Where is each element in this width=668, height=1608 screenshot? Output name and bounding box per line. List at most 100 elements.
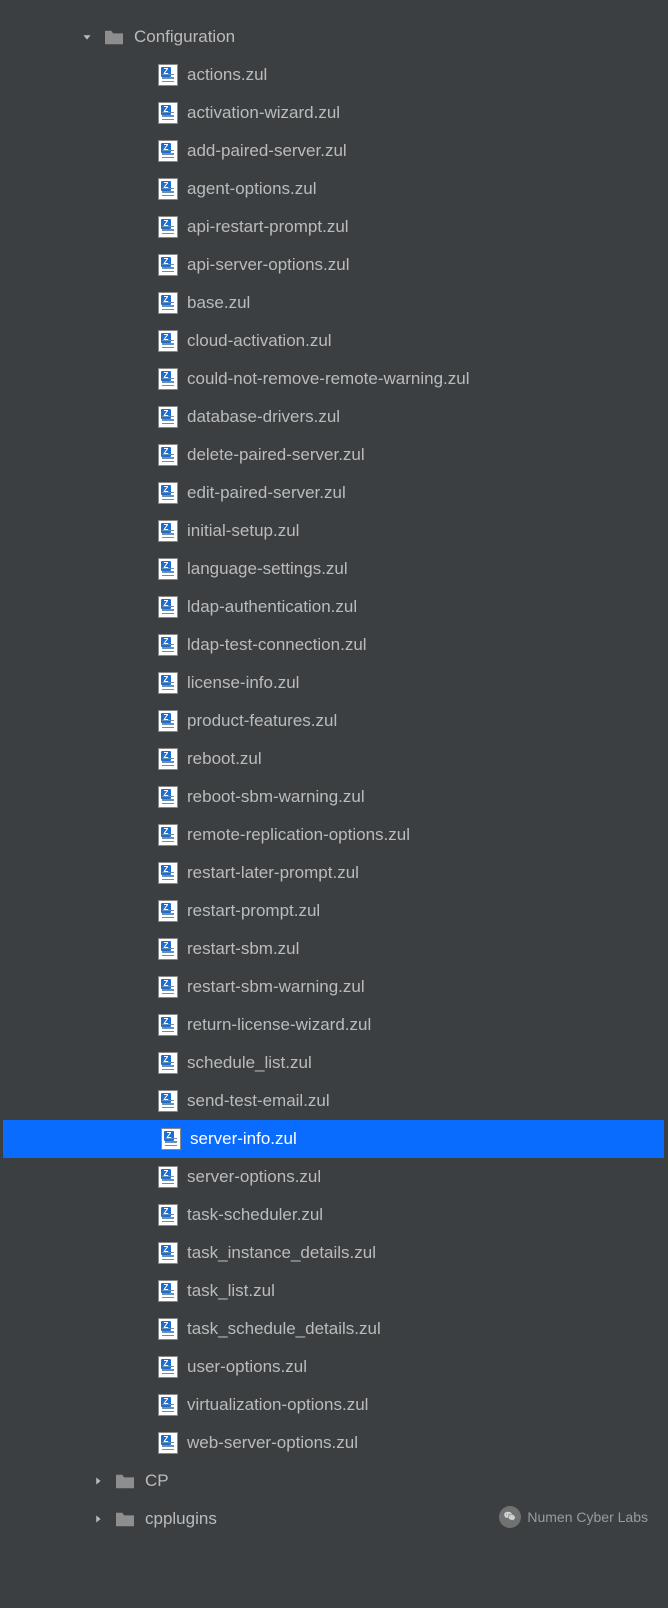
zul-file-icon: Z <box>157 215 179 239</box>
file-item[interactable]: Zadd-paired-server.zul <box>0 132 668 170</box>
zul-file-icon: Z <box>157 633 179 657</box>
zul-file-icon: Z <box>157 1203 179 1227</box>
file-item[interactable]: Zapi-server-options.zul <box>0 246 668 284</box>
chevron-right-icon <box>89 1472 107 1490</box>
zul-file-icon: Z <box>157 1165 179 1189</box>
file-item[interactable]: Zvirtualization-options.zul <box>0 1386 668 1424</box>
zul-file-icon: Z <box>157 1279 179 1303</box>
file-item[interactable]: Zsend-test-email.zul <box>0 1082 668 1120</box>
zul-file-icon: Z <box>157 63 179 87</box>
file-item[interactable]: Zactivation-wizard.zul <box>0 94 668 132</box>
file-item[interactable]: Zcould-not-remove-remote-warning.zul <box>0 360 668 398</box>
zul-file-icon: Z <box>157 557 179 581</box>
file-label: restart-sbm.zul <box>187 939 299 959</box>
file-label: task-scheduler.zul <box>187 1205 323 1225</box>
zul-file-icon: Z <box>157 177 179 201</box>
file-item[interactable]: Zdatabase-drivers.zul <box>0 398 668 436</box>
file-item[interactable]: Ztask_instance_details.zul <box>0 1234 668 1272</box>
file-label: product-features.zul <box>187 711 337 731</box>
file-label: server-info.zul <box>190 1129 297 1149</box>
file-item[interactable]: Zreboot.zul <box>0 740 668 778</box>
chevron-down-icon <box>78 28 96 46</box>
file-label: could-not-remove-remote-warning.zul <box>187 369 470 389</box>
file-item[interactable]: Zweb-server-options.zul <box>0 1424 668 1462</box>
zul-file-icon: Z <box>157 785 179 809</box>
zul-file-icon: Z <box>157 861 179 885</box>
zul-file-icon: Z <box>157 1241 179 1265</box>
file-label: activation-wizard.zul <box>187 103 340 123</box>
file-label: remote-replication-options.zul <box>187 825 410 845</box>
file-item[interactable]: Zldap-authentication.zul <box>0 588 668 626</box>
file-item[interactable]: Zserver-options.zul <box>0 1158 668 1196</box>
file-item[interactable]: Zschedule_list.zul <box>0 1044 668 1082</box>
zul-file-icon: Z <box>157 1355 179 1379</box>
file-item[interactable]: Zbase.zul <box>0 284 668 322</box>
file-label: send-test-email.zul <box>187 1091 330 1111</box>
folder-icon <box>102 27 126 47</box>
file-label: ldap-test-connection.zul <box>187 635 367 655</box>
file-item[interactable]: Zrestart-sbm.zul <box>0 930 668 968</box>
file-item[interactable]: Zdelete-paired-server.zul <box>0 436 668 474</box>
file-item[interactable]: Zinitial-setup.zul <box>0 512 668 550</box>
zul-file-icon: Z <box>157 101 179 125</box>
file-item[interactable]: Ztask_list.zul <box>0 1272 668 1310</box>
file-label: virtualization-options.zul <box>187 1395 368 1415</box>
file-item[interactable]: Zserver-info.zul <box>3 1120 664 1158</box>
zul-file-icon: Z <box>157 443 179 467</box>
file-label: task_instance_details.zul <box>187 1243 376 1263</box>
zul-file-icon: Z <box>157 1051 179 1075</box>
watermark-label: Numen Cyber Labs <box>527 1509 648 1525</box>
file-label: restart-later-prompt.zul <box>187 863 359 883</box>
file-label: reboot.zul <box>187 749 262 769</box>
zul-file-icon: Z <box>157 937 179 961</box>
zul-file-icon: Z <box>157 253 179 277</box>
file-label: task_list.zul <box>187 1281 275 1301</box>
zul-file-icon: Z <box>157 1431 179 1455</box>
file-item[interactable]: Zproduct-features.zul <box>0 702 668 740</box>
file-label: delete-paired-server.zul <box>187 445 365 465</box>
folder-item[interactable]: CP <box>0 1462 668 1500</box>
file-label: ldap-authentication.zul <box>187 597 357 617</box>
file-item[interactable]: Ztask_schedule_details.zul <box>0 1310 668 1348</box>
file-label: user-options.zul <box>187 1357 307 1377</box>
file-label: base.zul <box>187 293 250 313</box>
file-label: cloud-activation.zul <box>187 331 332 351</box>
file-label: web-server-options.zul <box>187 1433 358 1453</box>
file-item[interactable]: Zreturn-license-wizard.zul <box>0 1006 668 1044</box>
zul-file-icon: Z <box>157 595 179 619</box>
zul-file-icon: Z <box>157 899 179 923</box>
file-label: api-restart-prompt.zul <box>187 217 349 237</box>
zul-file-icon: Z <box>157 291 179 315</box>
file-item[interactable]: Zcloud-activation.zul <box>0 322 668 360</box>
file-label: reboot-sbm-warning.zul <box>187 787 365 807</box>
file-item[interactable]: Zrestart-prompt.zul <box>0 892 668 930</box>
file-item[interactable]: Zagent-options.zul <box>0 170 668 208</box>
folder-configuration[interactable]: Configuration <box>0 18 668 56</box>
zul-file-icon: Z <box>157 1013 179 1037</box>
file-item[interactable]: Zremote-replication-options.zul <box>0 816 668 854</box>
zul-file-icon: Z <box>157 975 179 999</box>
file-label: add-paired-server.zul <box>187 141 347 161</box>
file-label: return-license-wizard.zul <box>187 1015 371 1035</box>
file-item[interactable]: Zactions.zul <box>0 56 668 94</box>
file-item[interactable]: Zedit-paired-server.zul <box>0 474 668 512</box>
zul-file-icon: Z <box>157 747 179 771</box>
file-item[interactable]: Zlicense-info.zul <box>0 664 668 702</box>
zul-file-icon: Z <box>157 139 179 163</box>
chevron-right-icon <box>89 1510 107 1528</box>
file-item[interactable]: Ztask-scheduler.zul <box>0 1196 668 1234</box>
watermark: Numen Cyber Labs <box>499 1506 648 1528</box>
file-item[interactable]: Zuser-options.zul <box>0 1348 668 1386</box>
zul-file-icon: Z <box>157 481 179 505</box>
file-label: api-server-options.zul <box>187 255 350 275</box>
file-item[interactable]: Zrestart-sbm-warning.zul <box>0 968 668 1006</box>
file-item[interactable]: Zldap-test-connection.zul <box>0 626 668 664</box>
zul-file-icon: Z <box>157 1089 179 1113</box>
file-item[interactable]: Zreboot-sbm-warning.zul <box>0 778 668 816</box>
zul-file-icon: Z <box>157 823 179 847</box>
file-item[interactable]: Zlanguage-settings.zul <box>0 550 668 588</box>
file-item[interactable]: Zapi-restart-prompt.zul <box>0 208 668 246</box>
folder-icon <box>113 1509 137 1529</box>
zul-file-icon: Z <box>157 671 179 695</box>
file-item[interactable]: Zrestart-later-prompt.zul <box>0 854 668 892</box>
